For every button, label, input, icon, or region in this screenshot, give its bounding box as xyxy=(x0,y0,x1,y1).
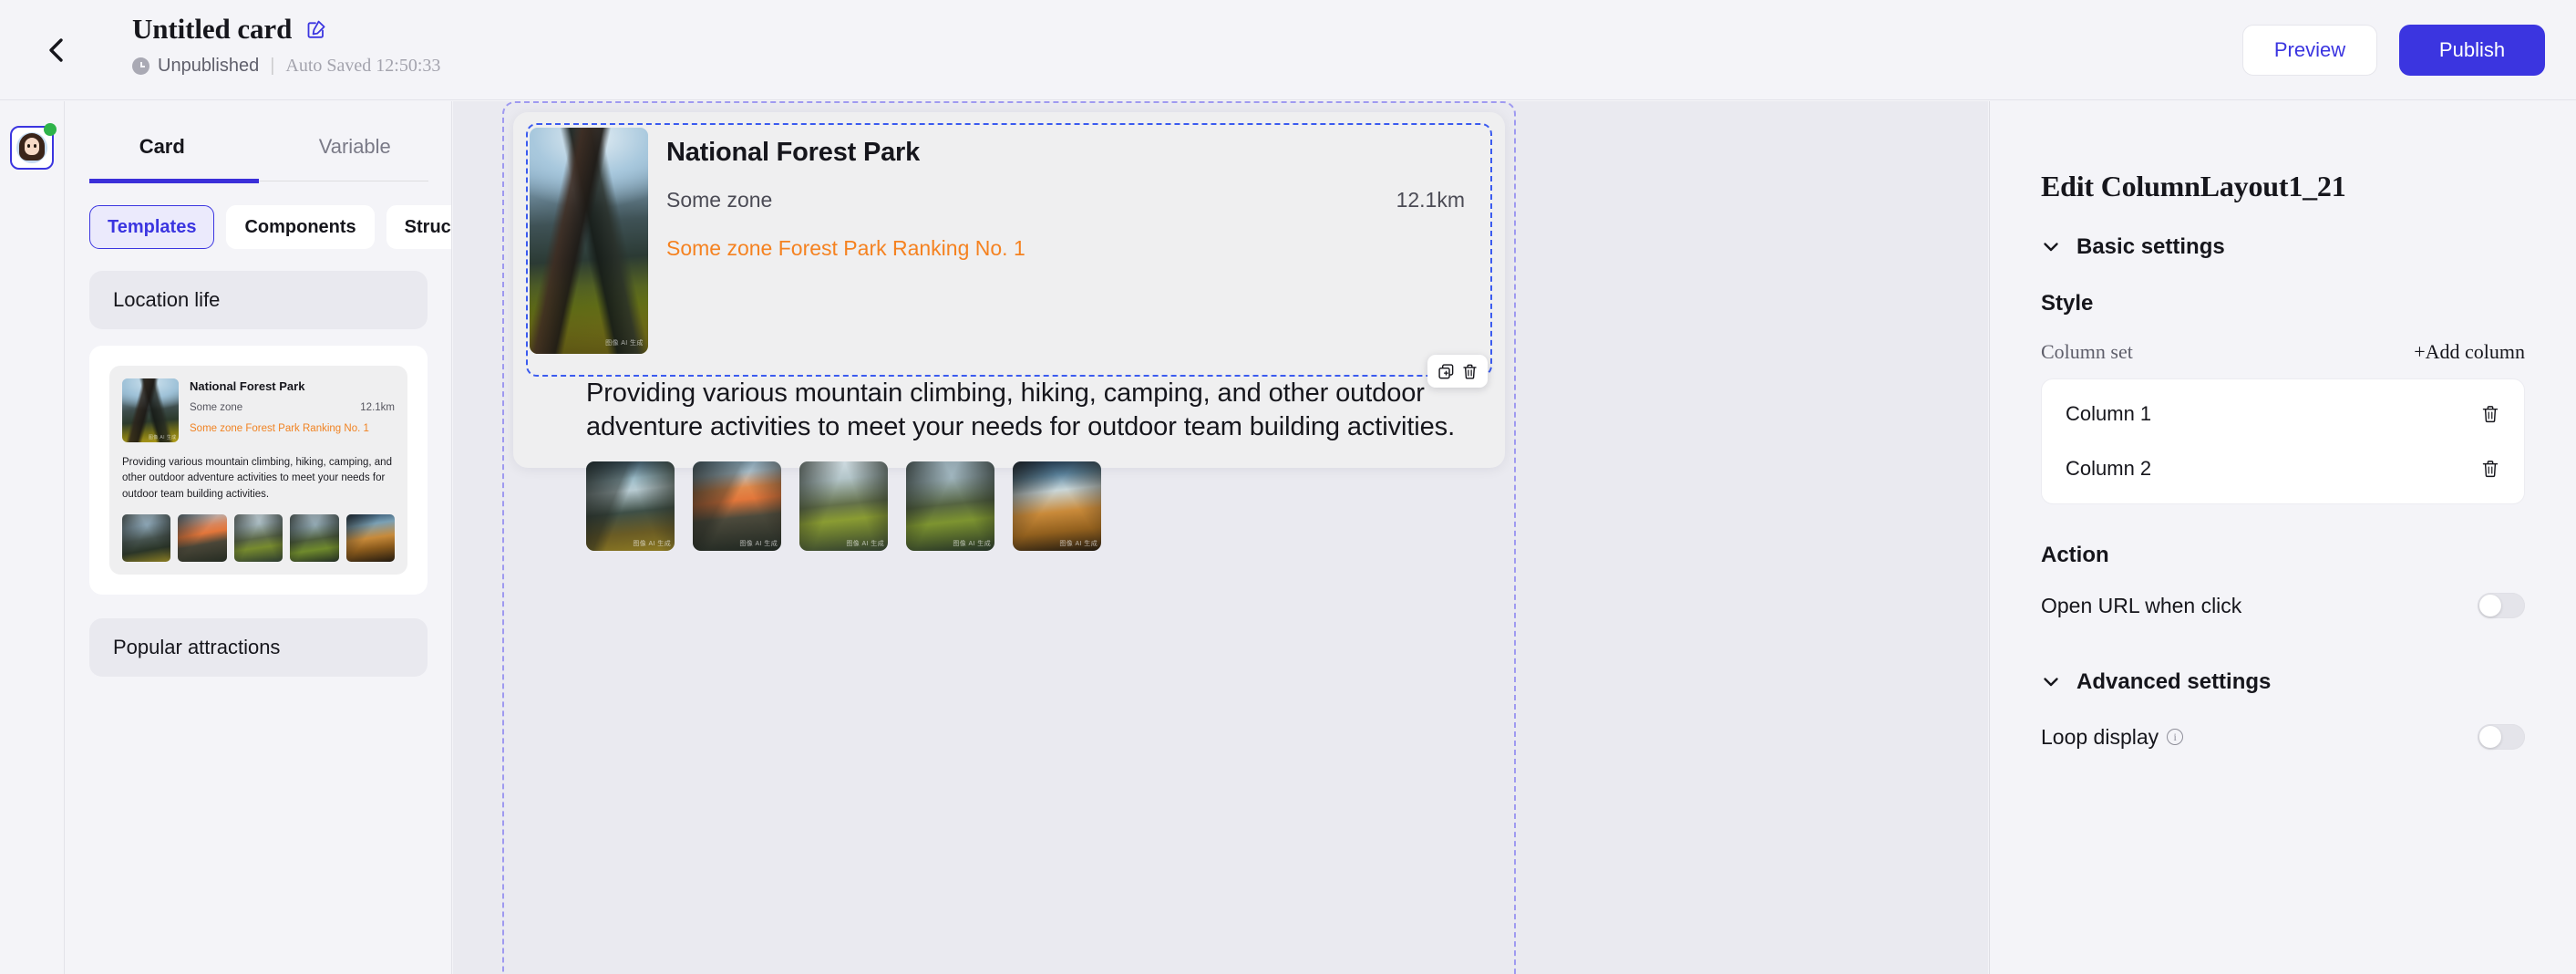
autosave-text: Auto Saved 12:50:33 xyxy=(285,56,441,76)
template-gallery-item-1 xyxy=(122,513,171,562)
image-watermark: 图像 AI 生成 xyxy=(953,541,992,548)
mountain-lake-photo-5[interactable]: 图像 AI 生成 xyxy=(1013,461,1101,551)
publish-button[interactable]: Publish xyxy=(2399,25,2545,76)
template-sections: Location life 图像 AI 生成 National Forest P… xyxy=(66,271,451,677)
chevron-down-icon xyxy=(2044,243,2058,252)
template-preview-thumbnail: 图像 AI 生成 xyxy=(122,378,179,442)
loop-display-label: Loop display xyxy=(2041,724,2159,749)
trash-icon[interactable] xyxy=(2480,459,2500,479)
add-column-button[interactable]: +Add column xyxy=(2414,340,2525,364)
loop-display-label-wrap: Loop display i xyxy=(2041,724,2184,750)
left-rail xyxy=(0,101,65,974)
poi-thumbnail[interactable]: 图像 AI 生成 xyxy=(530,128,648,354)
column-list-item[interactable]: Column 2 xyxy=(2042,441,2524,496)
template-preview-top: 图像 AI 生成 National Forest Park Some zone … xyxy=(122,378,395,442)
segment-templates[interactable]: Templates xyxy=(89,205,215,249)
right-properties-panel: Edit ColumnLayout1_21 Basic settings Sty… xyxy=(1989,101,2576,974)
image-watermark: 图像 AI 生成 xyxy=(148,434,177,440)
top-bar-actions: Preview Publish xyxy=(2242,0,2545,100)
panel-tabs: Card Variable xyxy=(66,101,452,182)
title-row: Untitled card xyxy=(132,13,440,46)
advanced-settings-accordion[interactable]: Advanced settings xyxy=(2041,669,2525,695)
style-heading: Style xyxy=(2041,291,2094,316)
selected-column-layout-outline[interactable] xyxy=(526,123,1492,377)
edit-square-icon[interactable] xyxy=(306,19,326,39)
template-preview-meta: Some zone 12.1km xyxy=(190,402,395,413)
column-set-row: Column set +Add column xyxy=(2041,340,2525,364)
loop-display-toggle[interactable] xyxy=(2478,724,2525,750)
advanced-settings-label: Advanced settings xyxy=(2076,669,2272,694)
element-floating-toolbar xyxy=(1427,355,1488,388)
template-preview-title: National Forest Park xyxy=(190,379,305,393)
info-icon[interactable]: i xyxy=(2167,729,2184,745)
properties-title: Edit ColumnLayout1_21 xyxy=(2041,170,2346,202)
duplicate-icon[interactable] xyxy=(1437,363,1455,380)
template-gallery-item-2 xyxy=(178,513,227,562)
chevron-down-icon xyxy=(2044,678,2058,687)
template-gallery-item-4 xyxy=(290,513,339,562)
title-block: Untitled card Unpublished | Auto Saved 1… xyxy=(132,13,440,77)
column-set-label: Column set xyxy=(2041,340,2133,363)
template-preview-info: National Forest Park Some zone 12.1km So… xyxy=(190,378,395,442)
tab-card[interactable]: Card xyxy=(66,101,259,181)
status-row: Unpublished | Auto Saved 12:50:33 xyxy=(132,56,440,77)
template-card-location-life[interactable]: 图像 AI 生成 National Forest Park Some zone … xyxy=(89,346,428,595)
mountain-lake-photo-4[interactable]: 图像 AI 生成 xyxy=(906,461,994,551)
basic-settings-accordion[interactable]: Basic settings xyxy=(2041,234,2525,260)
template-preview-gallery xyxy=(122,513,396,562)
poi-gallery: 图像 AI 生成 图像 AI 生成 图像 AI 生成 图像 AI 生成 图像 A xyxy=(586,461,1101,551)
trash-icon[interactable] xyxy=(1461,363,1479,380)
column-list-item[interactable]: Column 1 xyxy=(2042,387,2524,441)
column-name: Column 1 xyxy=(2066,402,2152,425)
card-preview: 图像 AI 生成 National Forest Park Some zone … xyxy=(513,112,1507,551)
chevron-left-icon xyxy=(49,38,63,62)
column-list: Column 1 Column 2 xyxy=(2041,378,2525,504)
tabs-underline xyxy=(89,179,428,182)
loop-display-row: Loop display i xyxy=(2041,724,2525,750)
image-watermark: 图像 AI 生成 xyxy=(1059,541,1098,548)
segmented-control: Templates Components Structure xyxy=(89,205,451,249)
section-header-popular-attractions[interactable]: Popular attractions xyxy=(89,617,428,677)
tab-variable[interactable]: Variable xyxy=(259,101,452,181)
avatar-wrapper xyxy=(10,123,57,170)
segment-structure[interactable]: Structure xyxy=(386,205,451,249)
template-preview-ranking: Some zone Forest Park Ranking No. 1 xyxy=(190,423,369,434)
image-watermark: 图像 AI 生成 xyxy=(633,541,672,548)
page-title: Untitled card xyxy=(132,13,293,45)
template-preview-distance: 12.1km xyxy=(360,402,395,413)
canvas-area: 图像 AI 生成 National Forest Park Some zone … xyxy=(453,101,1988,974)
open-url-toggle[interactable] xyxy=(2478,593,2525,618)
preview-button[interactable]: Preview xyxy=(2242,25,2377,76)
avatar-face xyxy=(16,132,47,163)
open-url-row: Open URL when click xyxy=(2041,593,2525,618)
mountain-lake-photo-2[interactable]: 图像 AI 生成 xyxy=(693,461,781,551)
section-header-location-life[interactable]: Location life xyxy=(89,271,428,329)
top-bar: Untitled card Unpublished | Auto Saved 1… xyxy=(0,0,2576,100)
poi-description[interactable]: Providing various mountain climbing, hik… xyxy=(586,377,1507,445)
action-heading: Action xyxy=(2041,543,2109,567)
image-watermark: 图像 AI 生成 xyxy=(605,339,644,347)
left-panel: Card Variable Templates Components Struc… xyxy=(66,101,452,974)
image-watermark: 图像 AI 生成 xyxy=(846,541,885,548)
template-gallery-item-5 xyxy=(345,513,396,562)
mountain-lake-photo-3[interactable]: 图像 AI 生成 xyxy=(799,461,888,551)
template-preview-card: 图像 AI 生成 National Forest Park Some zone … xyxy=(109,366,407,575)
template-gallery-item-3 xyxy=(233,513,283,562)
image-watermark: 图像 AI 生成 xyxy=(739,541,778,548)
publish-status: Unpublished xyxy=(158,56,260,76)
segment-components[interactable]: Components xyxy=(226,205,375,249)
trash-icon[interactable] xyxy=(2480,404,2500,424)
template-preview-description: Providing various mountain climbing, hik… xyxy=(122,457,392,500)
clock-icon xyxy=(132,57,149,75)
status-separator: | xyxy=(270,56,275,76)
basic-settings-label: Basic settings xyxy=(2076,234,2225,259)
online-status-dot xyxy=(44,123,57,136)
column-name: Column 2 xyxy=(2066,457,2152,480)
open-url-label: Open URL when click xyxy=(2041,593,2242,617)
template-preview-zone: Some zone xyxy=(190,402,243,413)
back-button[interactable] xyxy=(32,25,83,76)
mountain-lake-photo-1[interactable]: 图像 AI 生成 xyxy=(586,461,675,551)
